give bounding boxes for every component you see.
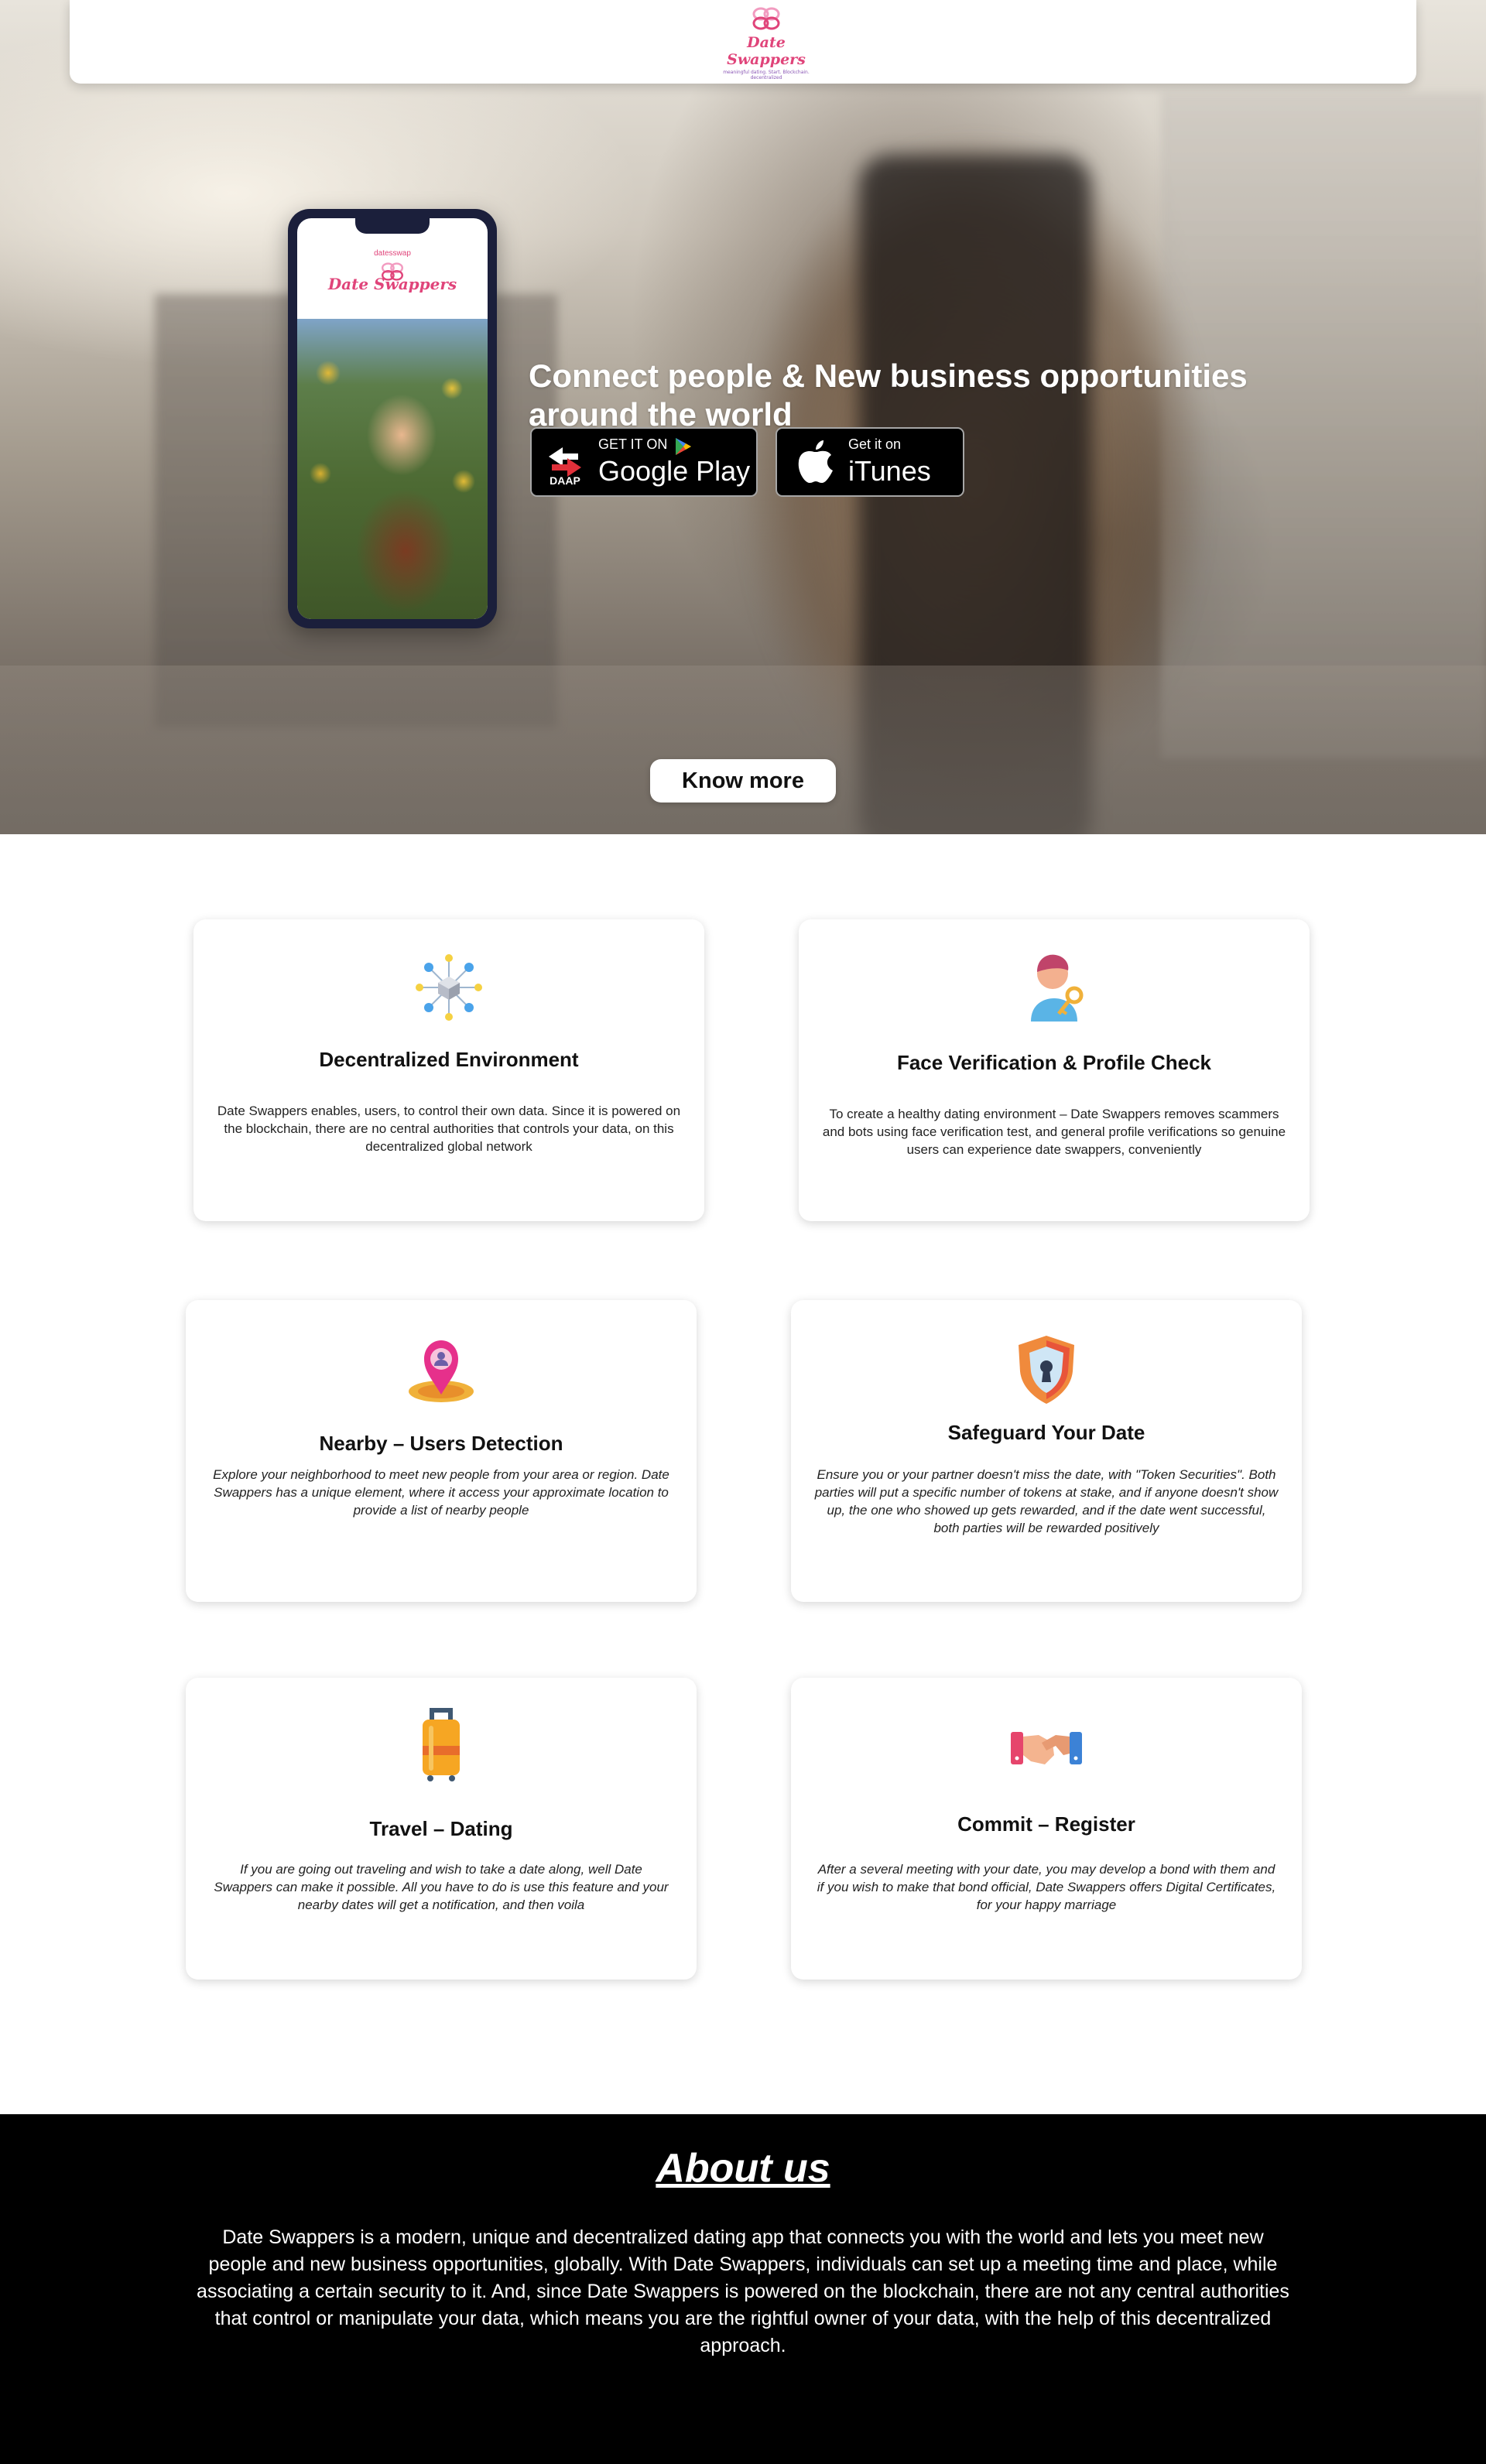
about-text: Date Swappers is a modern, unique and de… <box>197 2226 1289 2356</box>
phone-screen-logo: datesswap Date Swappers <box>297 249 488 293</box>
google-play-button[interactable]: DAAP GET IT ON Google Play <box>530 427 758 497</box>
location-pin-icon <box>409 1340 474 1402</box>
feature-card-face-verification: Face Verification & Profile Check To cre… <box>799 919 1310 1221</box>
feature-description: Ensure you or your partner doesn't miss … <box>814 1467 1279 1535</box>
hero-section: Date Swappers meaningful dating. Start. … <box>0 0 1486 834</box>
know-more-button[interactable]: Know more <box>650 759 836 803</box>
feature-title: Safeguard Your Date <box>947 1421 1145 1444</box>
phone-notch <box>355 218 430 234</box>
feature-card-safeguard: Safeguard Your Date Ensure you or your p… <box>791 1300 1302 1602</box>
feature-description: Date Swappers enables, users, to control… <box>217 1104 681 1154</box>
itunes-small-label: Get it on <box>848 436 902 452</box>
phone-brand-emblem-icon <box>382 262 403 281</box>
google-play-small-label: GET IT ON <box>598 436 668 452</box>
hero-background-ground <box>0 666 1486 834</box>
itunes-big-label: iTunes <box>848 455 931 487</box>
top-navbar: Date Swappers meaningful dating. Start. … <box>70 0 1416 84</box>
feature-description: If you are going out traveling and wish … <box>214 1862 669 1912</box>
feature-card-nearby: Nearby – Users Detection Explore your ne… <box>186 1300 697 1602</box>
apple-icon <box>798 440 833 483</box>
about-section: About us Date Swappers is a modern, uniq… <box>0 2114 1486 2464</box>
phone-profile-photo <box>297 319 488 619</box>
svg-text:DAAP: DAAP <box>550 474 580 487</box>
itunes-button[interactable]: Get it on iTunes <box>776 427 964 497</box>
about-title: About us <box>656 2146 830 2191</box>
feature-title: Nearby – Users Detection <box>319 1432 563 1455</box>
phone-screen: datesswap Date Swappers <box>297 218 488 619</box>
feature-card-commit: Commit – Register After a several meetin… <box>791 1678 1302 1980</box>
feature-title: Commit – Register <box>957 1812 1135 1836</box>
face-verification-key-icon <box>1031 954 1084 1022</box>
feature-description: Explore your neighborhood to meet new pe… <box>213 1467 669 1518</box>
phone-mockup: datesswap Date Swappers <box>288 209 497 628</box>
feature-description: After a several meeting with your date, … <box>817 1862 1276 1912</box>
feature-title: Face Verification & Profile Check <box>896 1051 1212 1074</box>
feature-card-travel: Travel – Dating If you are going out tra… <box>186 1678 697 1980</box>
feature-card-decentralized: Decentralized Environment Date Swappers … <box>193 919 704 1221</box>
decentralized-network-icon <box>416 954 482 1021</box>
google-play-triangle-icon <box>676 438 691 455</box>
google-play-big-label: Google Play <box>598 455 751 487</box>
hero-title: Connect people & New business opportunit… <box>529 358 1248 433</box>
handshake-icon <box>1011 1732 1082 1764</box>
dapp-badge-icon: DAAP <box>549 447 581 487</box>
feature-description: To create a healthy dating environment –… <box>822 1107 1286 1157</box>
brand-tagline: meaningful dating. Start. Blockchain. de… <box>723 70 810 80</box>
brand-emblem-icon <box>752 7 780 30</box>
brand-logo-link[interactable]: Date Swappers meaningful dating. Start. … <box>720 5 813 80</box>
suitcase-icon <box>423 1708 460 1781</box>
shield-lock-icon <box>1019 1336 1074 1404</box>
feature-title: Decentralized Environment <box>319 1048 579 1071</box>
phone-brand-top: datesswap <box>374 249 411 258</box>
brand-name: Date Swappers <box>727 34 806 68</box>
feature-title: Travel – Dating <box>369 1817 513 1840</box>
